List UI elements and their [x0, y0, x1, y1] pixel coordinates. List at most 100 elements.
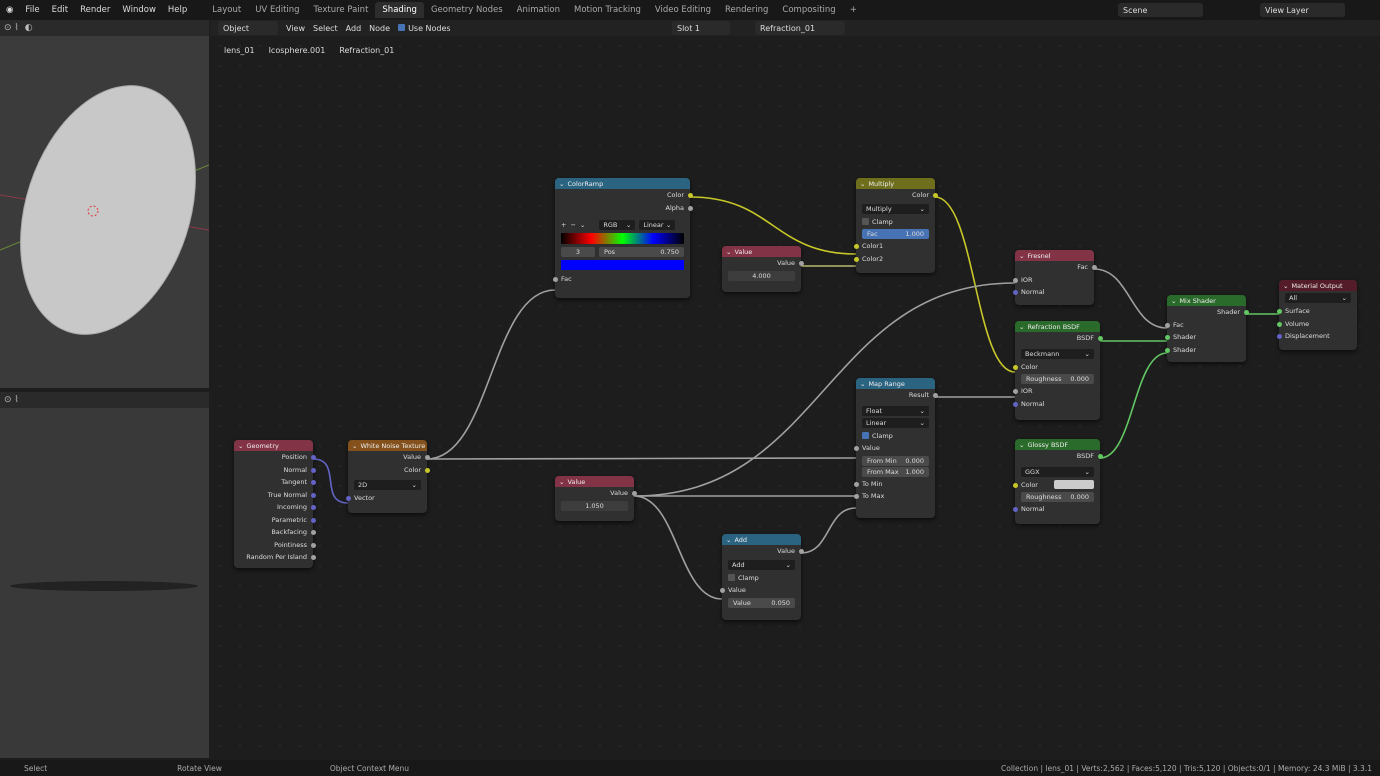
socket-displacement-in[interactable]: Displacement	[1276, 330, 1357, 343]
socket-label: Position	[281, 453, 307, 462]
operation-dropdown[interactable]: Add ⌄	[728, 559, 795, 570]
node-links	[312, 196, 1279, 600]
remove-stop-button[interactable]: −	[570, 221, 575, 229]
socket-normal-in[interactable]: Normal	[1012, 286, 1094, 299]
socket-label: BSDF	[1076, 334, 1094, 343]
socket-color1-in[interactable]: Color1	[853, 240, 935, 253]
color-swatch[interactable]	[1054, 480, 1094, 490]
socket-shader1-in[interactable]: Shader	[1164, 331, 1246, 344]
socket-value-in[interactable]: Value	[853, 442, 935, 455]
node-header: ⌄ White Noise Texture	[348, 440, 427, 451]
socket-random-per-island-out[interactable]: Random Per Island	[234, 551, 316, 564]
interpolation-dropdown[interactable]: Linear ⌄	[639, 220, 676, 230]
distribution-dropdown[interactable]: GGX ⌄	[1021, 466, 1094, 477]
clamp-checkbox[interactable]: Clamp	[856, 430, 935, 443]
socket-ior-in[interactable]: IOR	[1012, 274, 1094, 287]
socket-true-normal-out[interactable]: True Normal	[234, 489, 316, 502]
socket-fac-in[interactable]: Fac	[552, 273, 690, 286]
node-map-range[interactable]: ⌄ Map Range Result Float ⌄ Linear ⌄ Clamp …	[853, 378, 938, 518]
node-glossy-bsdf[interactable]: ⌄ Glossy BSDF BSDF GGX ⌄ Color Roughness 0…	[1012, 439, 1103, 524]
socket-color-out[interactable]: Color	[348, 464, 430, 477]
stop-index-field[interactable]: 3	[561, 247, 595, 257]
target-dropdown[interactable]: All ⌄	[1285, 293, 1351, 303]
socket-result-out[interactable]: Result	[856, 389, 938, 402]
node-white-noise-texture[interactable]: ⌄ White Noise Texture Value Color 2D ⌄ Ve…	[345, 440, 430, 513]
clamp-checkbox[interactable]: Clamp	[856, 216, 935, 229]
socket-value-out[interactable]: Value	[722, 257, 804, 270]
stop-color-swatch[interactable]	[561, 260, 684, 270]
stop-pos-field[interactable]: Pos 0.750	[599, 247, 684, 257]
socket-pointiness-out[interactable]: Pointiness	[234, 539, 316, 552]
menu-chevron-icon[interactable]: ⌄	[580, 221, 585, 229]
socket-shader2-in[interactable]: Shader	[1164, 344, 1246, 357]
socket-incoming-out[interactable]: Incoming	[234, 501, 316, 514]
socket-to-max-in[interactable]: To Max	[853, 490, 935, 503]
from-min-field[interactable]: From Min 0.000	[862, 455, 929, 466]
dropdown-value: Multiply	[866, 204, 892, 213]
dimensions-dropdown[interactable]: 2D ⌄	[354, 480, 421, 490]
field-label: Roughness	[1026, 493, 1062, 501]
color-ramp-gradient[interactable]	[561, 233, 684, 244]
socket-label: True Normal	[267, 490, 307, 499]
socket-fac-in[interactable]: Fac	[1164, 319, 1246, 332]
value-field[interactable]: 1.050	[561, 500, 628, 511]
socket-color-in[interactable]: Color	[1012, 479, 1100, 492]
socket-bsdf-out[interactable]: BSDF	[1015, 450, 1103, 463]
socket-alpha-out[interactable]: Alpha	[555, 202, 693, 215]
node-value-1050[interactable]: ⌄ Value Value 1.050	[555, 476, 637, 521]
socket-color-in[interactable]: Color	[1012, 361, 1100, 374]
roughness-field[interactable]: Roughness 0.000	[1021, 374, 1094, 384]
socket-color-out[interactable]: Color	[856, 189, 938, 202]
node-refraction-bsdf[interactable]: ⌄ Refraction BSDF BSDF Beckmann ⌄ Color R…	[1012, 321, 1103, 420]
value-field[interactable]: Value 0.050	[728, 597, 795, 608]
socket-volume-in[interactable]: Volume	[1276, 318, 1357, 331]
socket-label: Value	[728, 586, 746, 595]
socket-vector-in[interactable]: Vector	[345, 492, 427, 505]
value-field[interactable]: 4.000	[728, 270, 795, 281]
node-mix-shader[interactable]: ⌄ Mix Shader Shader Fac Shader Shader	[1164, 295, 1249, 362]
node-multiply[interactable]: ⌄ Multiply Color Multiply ⌄ Clamp Fac 1.00…	[853, 178, 938, 273]
data-type-dropdown[interactable]: Float ⌄	[862, 405, 929, 416]
socket-normal-in[interactable]: Normal	[1012, 398, 1100, 411]
socket-label: Result	[908, 391, 929, 400]
socket-label: Normal	[1021, 399, 1045, 408]
socket-bsdf-out[interactable]: BSDF	[1015, 332, 1103, 345]
fac-field[interactable]: Fac 1.000	[862, 229, 929, 239]
color-mode-dropdown[interactable]: RGB ⌄	[599, 220, 636, 230]
socket-label: Parametric	[271, 515, 307, 524]
node-link	[800, 507, 857, 554]
socket-color-out[interactable]: Color	[555, 189, 693, 202]
socket-value-out[interactable]: Value	[348, 451, 430, 464]
socket-shader-out[interactable]: Shader	[1167, 306, 1249, 319]
socket-value-out[interactable]: Value	[722, 545, 804, 558]
socket-label: Value	[403, 453, 421, 462]
socket-position-out[interactable]: Position	[234, 451, 316, 464]
interpolation-dropdown[interactable]: Linear ⌄	[862, 417, 929, 428]
socket-to-min-in[interactable]: To Min	[853, 478, 935, 491]
node-value-4[interactable]: ⌄ Value Value 4.000	[722, 246, 804, 292]
socket-color2-in[interactable]: Color2	[853, 253, 935, 266]
socket-fac-out[interactable]: Fac	[1015, 261, 1097, 274]
node-colorramp[interactable]: ⌄ ColorRamp Color Alpha + − ⌄ RGB ⌄ Linear ⌄…	[552, 178, 693, 298]
blend-mode-dropdown[interactable]: Multiply ⌄	[862, 203, 929, 214]
socket-parametric-out[interactable]: Parametric	[234, 514, 316, 527]
socket-ior-in[interactable]: IOR	[1012, 385, 1100, 398]
node-add[interactable]: ⌄ Add Value Add ⌄ Clamp Value Value 0.050	[719, 534, 804, 620]
distribution-dropdown[interactable]: Beckmann ⌄	[1021, 348, 1094, 359]
socket-normal-in[interactable]: Normal	[1012, 503, 1100, 516]
from-max-field[interactable]: From Max 1.000	[862, 466, 929, 477]
socket-normal-out[interactable]: Normal	[234, 464, 316, 477]
socket-surface-in[interactable]: Surface	[1276, 305, 1357, 318]
socket-value-out[interactable]: Value	[555, 487, 637, 500]
node-geometry[interactable]: ⌄ Geometry Position Normal Tangent True …	[234, 440, 316, 568]
node-material-output[interactable]: ⌄ Material Output All ⌄ Surface Volume Di…	[1276, 280, 1357, 350]
roughness-field[interactable]: Roughness 0.000	[1021, 492, 1094, 502]
clamp-checkbox[interactable]: Clamp	[722, 572, 801, 585]
dropdown-value: Linear	[866, 418, 887, 427]
socket-backfacing-out[interactable]: Backfacing	[234, 526, 316, 539]
socket-value-in[interactable]: Value	[719, 584, 801, 597]
socket-tangent-out[interactable]: Tangent	[234, 476, 316, 489]
checkbox-label: Clamp	[872, 217, 893, 226]
add-stop-button[interactable]: +	[561, 221, 566, 229]
node-fresnel[interactable]: ⌄ Fresnel Fac IOR Normal	[1012, 250, 1097, 305]
